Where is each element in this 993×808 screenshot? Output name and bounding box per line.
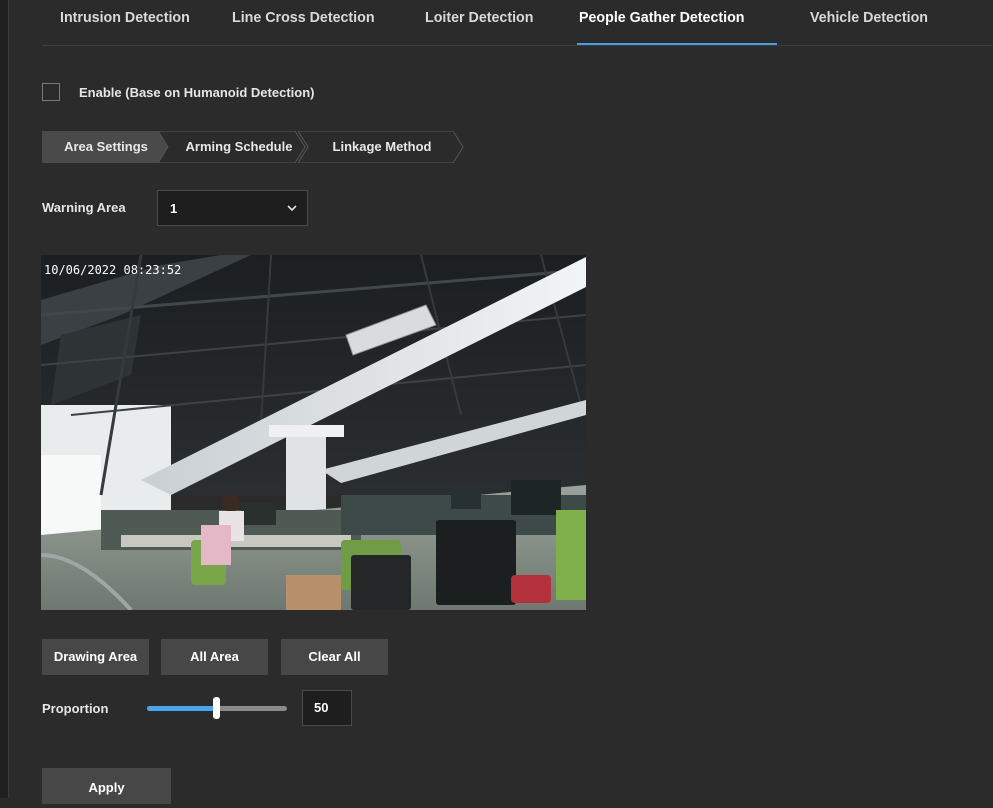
left-border (0, 0, 9, 798)
proportion-input[interactable]: 50 (302, 690, 352, 726)
detection-tabs: Intrusion Detection Line Cross Detection… (42, 0, 993, 46)
active-tab-indicator (577, 43, 777, 45)
camera-preview[interactable] (41, 255, 586, 610)
warning-area-label: Warning Area (42, 200, 126, 215)
enable-checkbox[interactable] (42, 83, 60, 101)
drawing-area-button[interactable]: Drawing Area (42, 639, 149, 675)
enable-row: Enable (Base on Humanoid Detection) (42, 81, 314, 103)
step-arming-schedule[interactable]: Arming Schedule (158, 131, 308, 163)
step-area-settings-label: Area Settings (64, 139, 148, 154)
proportion-slider-fill (147, 706, 217, 711)
tab-intrusion-detection[interactable]: Intrusion Detection (60, 0, 190, 44)
step-arming-schedule-label: Arming Schedule (185, 139, 293, 154)
video-timestamp: 10/06/2022 08:23:52 (44, 263, 182, 277)
chevron-down-icon (286, 202, 298, 217)
proportion-label: Proportion (42, 701, 109, 716)
tab-people-gather-detection[interactable]: People Gather Detection (579, 0, 745, 44)
enable-label: Enable (Base on Humanoid Detection) (79, 84, 315, 100)
all-area-button[interactable]: All Area (161, 639, 268, 675)
apply-button[interactable]: Apply (42, 768, 171, 804)
step-linkage-method[interactable]: Linkage Method (298, 131, 466, 163)
warning-area-value: 1 (170, 201, 178, 216)
clear-all-button[interactable]: Clear All (281, 639, 388, 675)
tab-line-cross-detection[interactable]: Line Cross Detection (232, 0, 375, 44)
step-area-settings[interactable]: Area Settings (42, 131, 172, 163)
tab-loiter-detection[interactable]: Loiter Detection (425, 0, 533, 44)
tab-vehicle-detection[interactable]: Vehicle Detection (810, 0, 928, 44)
proportion-slider-thumb[interactable] (213, 697, 220, 719)
step-linkage-method-label: Linkage Method (332, 139, 432, 154)
warning-area-select[interactable]: 1 (157, 190, 308, 226)
